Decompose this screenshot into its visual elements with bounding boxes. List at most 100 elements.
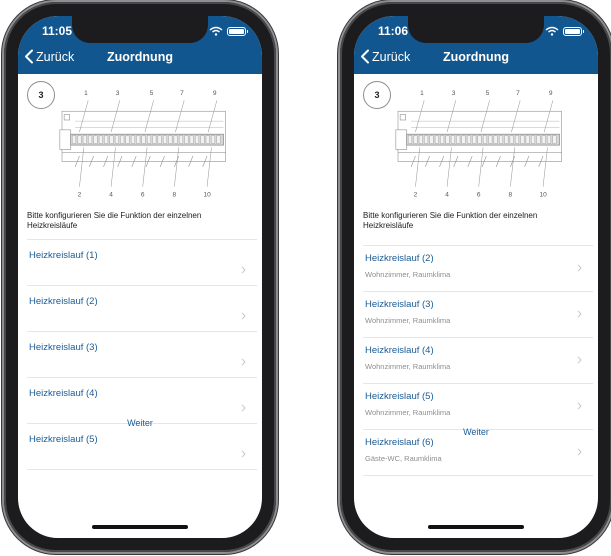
chevron-right-icon — [241, 266, 246, 274]
terminal-slot — [82, 135, 87, 144]
terminal-slot — [189, 135, 194, 144]
chevron-right-icon — [241, 450, 246, 458]
content-area: 3 1 3 5 7 9 2 4 6 8 10 Bitte konfigurieren Sie die … — [18, 74, 262, 538]
chevron-right-icon — [577, 448, 582, 456]
terminal-slot — [163, 135, 167, 144]
app-screen: 11:05••••ZurückZuordnung313579246810Bitt… — [18, 16, 262, 538]
item-subtitle: Wohnzimmer, Raumklima — [365, 316, 451, 325]
terminal-slot — [504, 135, 509, 144]
chevron-right-icon — [241, 312, 246, 320]
wifi-icon — [545, 26, 559, 36]
terminal-slot — [445, 135, 450, 144]
list-item[interactable]: Heizkreislauf (2) — [27, 286, 257, 332]
terminal-slot — [77, 135, 82, 144]
terminal-label-top: 1 — [84, 90, 88, 97]
chevron-right-icon — [241, 404, 246, 412]
terminal-slot — [216, 135, 221, 144]
terminal-slot — [120, 135, 125, 144]
list-item[interactable]: Heizkreislauf (5) — [27, 424, 257, 470]
terminal-slot — [509, 135, 514, 144]
terminal-slot — [413, 135, 418, 144]
home-indicator — [428, 525, 524, 529]
instruction-text: Bitte konfigurieren Sie die Funktion der… — [363, 211, 538, 230]
terminal-slot — [141, 135, 146, 144]
notch — [72, 16, 208, 43]
terminal-slot — [211, 135, 215, 144]
phone-left: 11:05••••ZurückZuordnung313579246810Bitt… — [4, 2, 276, 552]
instruction-text: Bitte konfigurieren Sie die Funktion der… — [27, 211, 202, 230]
terminal-slot — [424, 135, 429, 144]
terminal-slot — [434, 135, 439, 144]
terminal-label-top: 3 — [116, 90, 120, 97]
terminal-label-top: 9 — [213, 90, 217, 97]
list-item[interactable]: Heizkreislauf (3) Wohnzimmer, Raumklima — [363, 292, 593, 338]
phone-right: 11:06••••ZurückZuordnung313579246810Bitt… — [340, 2, 611, 552]
item-title: Heizkreislauf (6) — [365, 437, 434, 448]
item-title: Heizkreislauf (4) — [365, 345, 434, 356]
terminal-slot — [168, 135, 173, 144]
item-title: Heizkreislauf (4) — [29, 388, 98, 399]
terminal-label-top: 5 — [486, 90, 490, 97]
terminal-slot — [98, 135, 103, 144]
list-item[interactable]: Heizkreislauf (5) Wohnzimmer, Raumklima — [363, 384, 593, 430]
terminal-slot — [125, 135, 130, 144]
terminal-slot — [136, 135, 141, 144]
chevron-right-icon — [241, 358, 246, 366]
app-screen: 11:06••••ZurückZuordnung313579246810Bitt… — [354, 16, 598, 538]
weiter-button[interactable]: Weiter — [18, 418, 262, 428]
weiter-button[interactable]: Weiter — [354, 427, 598, 437]
terminal-label-bottom: 8 — [173, 191, 177, 198]
terminal-slot — [408, 135, 413, 144]
item-title: Heizkreislauf (2) — [365, 253, 434, 264]
terminal-slot — [200, 135, 205, 144]
terminal-slot — [429, 135, 434, 144]
terminal-label-bottom: 6 — [477, 191, 481, 198]
terminal-slot — [531, 135, 535, 144]
item-title: Heizkreislauf (5) — [29, 434, 98, 445]
terminal-label-top: 1 — [420, 90, 424, 97]
terminal-slot — [157, 135, 162, 144]
terminal-slot — [547, 135, 551, 144]
terminal-label-top: 9 — [549, 90, 553, 97]
terminal-slot — [461, 135, 466, 144]
terminal-slot — [173, 135, 178, 144]
terminal-label-top: 3 — [452, 90, 456, 97]
page-title: Zuordnung — [107, 50, 173, 64]
terminal-slot — [467, 135, 471, 144]
item-subtitle: Wohnzimmer, Raumklima — [365, 408, 451, 417]
terminal-label-bottom: 2 — [78, 191, 82, 198]
circuit-list: Heizkreislauf (1) Heizkreislauf (2) Heizkr… — [27, 239, 257, 470]
list-item[interactable]: Heizkreislauf (1) — [27, 240, 257, 286]
wiring-diagram: 1 3 5 7 9 2 4 6 8 10 — [59, 90, 226, 198]
list-item[interactable]: Heizkreislauf (2) Wohnzimmer, Raumklima — [363, 246, 593, 292]
circuit-list: Heizkreislauf (2) Wohnzimmer, Raumklima He… — [363, 245, 593, 476]
list-item[interactable]: Heizkreislauf (4) Wohnzimmer, Raumklima — [363, 338, 593, 384]
terminal-slot — [488, 135, 493, 144]
content-area: 3 1 3 5 7 9 2 4 6 8 10 Bitte konfigurieren Sie die … — [354, 74, 598, 538]
terminal-slot — [179, 135, 183, 144]
battery-icon — [563, 26, 584, 36]
list-item[interactable]: Heizkreislauf (3) — [27, 332, 257, 378]
terminal-label-bottom: 2 — [414, 191, 418, 198]
terminal-slot — [515, 135, 519, 144]
chevron-right-icon — [577, 402, 582, 410]
terminal-slot — [205, 135, 210, 144]
item-subtitle: Gäste-WC, Raumklima — [365, 454, 442, 463]
chevron-right-icon — [577, 356, 582, 364]
chevron-right-icon — [577, 264, 582, 272]
terminal-slot — [152, 135, 157, 144]
item-title: Heizkreislauf (5) — [365, 391, 434, 402]
wiring-diagram: 1 3 5 7 9 2 4 6 8 10 — [395, 90, 562, 198]
item-subtitle: Wohnzimmer, Raumklima — [365, 362, 451, 371]
terminal-slot — [472, 135, 477, 144]
terminal-slot — [536, 135, 541, 144]
terminal-slot — [88, 135, 93, 144]
terminal-slot — [418, 135, 423, 144]
terminal-slot — [525, 135, 530, 144]
terminal-slot — [147, 135, 151, 144]
terminal-slot — [493, 135, 498, 144]
terminal-label-bottom: 10 — [203, 191, 211, 198]
item-subtitle: Wohnzimmer, Raumklima — [365, 270, 451, 279]
wifi-icon — [209, 26, 223, 36]
terminal-label-bottom: 6 — [141, 191, 145, 198]
